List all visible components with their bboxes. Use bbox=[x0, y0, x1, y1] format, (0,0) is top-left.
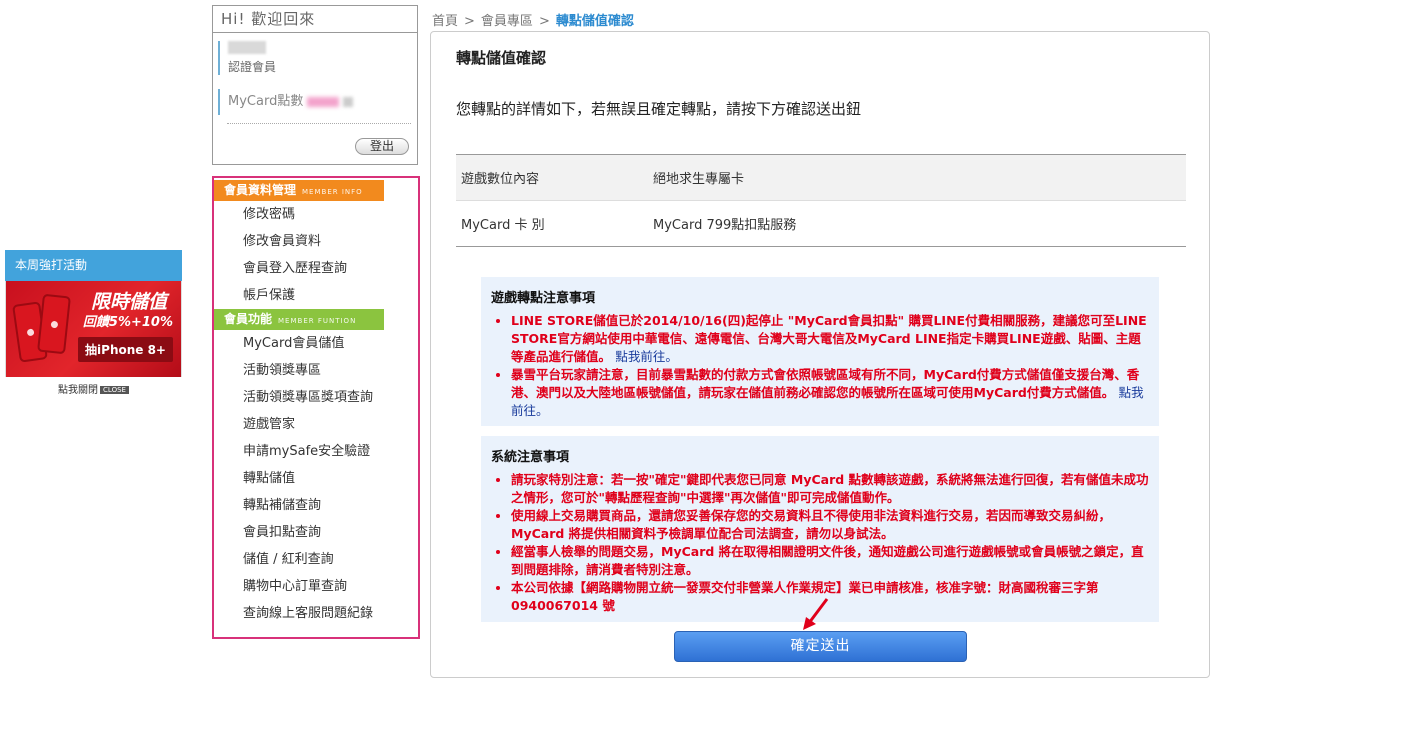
breadcrumb-separator: > bbox=[538, 14, 550, 29]
row-value: 絕地求生專屬卡 bbox=[648, 154, 1186, 201]
system-notice: 系統注意事項 請玩家特別注意：若一按"確定"鍵即代表您已同意 MyCard 點數… bbox=[481, 436, 1159, 622]
side-menu: 會員資料管理 MEMBER INFO 修改密碼 修改會員資料 會員登入歷程查詢 帳… bbox=[212, 176, 420, 639]
menu-item-transfer-query[interactable]: 轉點補儲查詢 bbox=[214, 492, 418, 519]
menu-section-title-en: MEMBER INFO bbox=[302, 188, 363, 196]
menu-item-mysafe[interactable]: 申請mySafe安全驗證 bbox=[214, 438, 418, 465]
menu-section-title: 會員資料管理 bbox=[224, 183, 297, 197]
breadcrumb: 首頁 > 會員專區 > 轉點儲值確認 bbox=[432, 10, 634, 29]
points-label: MyCard點數 bbox=[228, 94, 304, 109]
menu-section-member-function: 會員功能 MEMBER FUNTION bbox=[214, 309, 384, 330]
breadcrumb-home[interactable]: 首頁 bbox=[432, 14, 458, 29]
promo-banner[interactable]: 限時儲值 回饋5%+10% 抽iPhone 8+ bbox=[5, 281, 182, 377]
menu-item-event-rewards[interactable]: 活動領獎專區 bbox=[214, 357, 418, 384]
page-intro: 您轉點的詳情如下，若無誤且確定轉點，請按下方確認送出鈕 bbox=[456, 100, 862, 118]
row-value: MyCard 799點扣點服務 bbox=[653, 218, 797, 233]
member-box: Hi! 歡迎回來 認證會員 MyCard點數 登出 bbox=[212, 5, 418, 165]
weekly-promo: 本周強打活動 限時儲值 回饋5%+10% 抽iPhone 8+ 點我關閉 CLOS… bbox=[5, 250, 182, 396]
promo-button[interactable]: 抽iPhone 8+ bbox=[78, 337, 173, 362]
notice-item: 經當事人檢舉的問題交易，MyCard 將在取得相關證明文件後，通知遊戲公司進行遊… bbox=[511, 543, 1149, 579]
breadcrumb-separator: > bbox=[464, 14, 475, 29]
menu-item-point-transfer[interactable]: 轉點儲值 bbox=[214, 465, 418, 492]
notice-text: LINE STORE儲值已於2014/10/16(四)起停止 "MyCard會員… bbox=[511, 313, 1147, 364]
row-label: 遊戲數位內容 bbox=[456, 154, 648, 201]
logout-button[interactable]: 登出 bbox=[355, 138, 409, 155]
phone-icon bbox=[37, 293, 71, 355]
menu-item-deduction-query[interactable]: 會員扣點查詢 bbox=[214, 519, 418, 546]
notice-item: 請玩家特別注意：若一按"確定"鍵即代表您已同意 MyCard 點數轉該遊戲，系統… bbox=[511, 471, 1149, 507]
table-row: 遊戲數位內容 絕地求生專屬卡 bbox=[456, 154, 1186, 201]
page-title: 轉點儲值確認 bbox=[456, 49, 547, 67]
menu-item-game-manager[interactable]: 遊戲管家 bbox=[214, 411, 418, 438]
member-name-blurred bbox=[228, 41, 266, 54]
notice-title: 遊戲轉點注意事項 bbox=[491, 291, 596, 306]
notice-item: LINE STORE儲值已於2014/10/16(四)起停止 "MyCard會員… bbox=[511, 312, 1149, 366]
table-row: MyCard 卡 別 MyCard 799點扣點服務 bbox=[456, 201, 1186, 247]
menu-item-login-history[interactable]: 會員登入歷程查詢 bbox=[214, 255, 418, 282]
breadcrumb-member-area[interactable]: 會員專區 bbox=[481, 14, 533, 29]
member-info: 認證會員 bbox=[218, 41, 412, 75]
promo-header: 本周強打活動 bbox=[5, 250, 182, 281]
game-transfer-notice: 遊戲轉點注意事項 LINE STORE儲值已於2014/10/16(四)起停止 … bbox=[481, 277, 1159, 426]
breadcrumb-current: 轉點儲值確認 bbox=[555, 14, 634, 29]
menu-section-member-info: 會員資料管理 MEMBER INFO bbox=[214, 180, 384, 201]
menu-item-change-password[interactable]: 修改密碼 bbox=[214, 201, 418, 228]
promo-close-link[interactable]: 點我關閉 CLOSE bbox=[5, 381, 182, 396]
greeting: Hi! 歡迎回來 bbox=[213, 6, 417, 33]
menu-item-edit-profile[interactable]: 修改會員資料 bbox=[214, 228, 418, 255]
menu-section-title: 會員功能 bbox=[224, 312, 273, 326]
close-tag: CLOSE bbox=[100, 386, 129, 394]
notice-text: 暴雪平台玩家請注意，目前暴雪點數的付款方式會依照帳號區域有所不同，MyCard付… bbox=[511, 367, 1140, 400]
member-points: MyCard點數 bbox=[218, 89, 412, 115]
confirm-submit-button[interactable]: 確定送出 bbox=[674, 631, 967, 662]
menu-item-support-history[interactable]: 查詢線上客服問題紀錄 bbox=[214, 600, 418, 627]
points-unit-blurred bbox=[343, 96, 354, 107]
menu-item-event-rewards-query[interactable]: 活動領獎專區獎項查詢 bbox=[214, 384, 418, 411]
menu-item-account-protection[interactable]: 帳戶保護 bbox=[214, 282, 418, 309]
arrow-pointer-icon bbox=[803, 598, 829, 630]
promo-title: 限時儲值 bbox=[90, 291, 167, 313]
confirm-panel: 轉點儲值確認 您轉點的詳情如下，若無誤且確定轉點，請按下方確認送出鈕 遊戲數位內… bbox=[430, 31, 1210, 678]
row-label: MyCard 卡 別 bbox=[461, 218, 545, 233]
go-link[interactable]: 點我前往。 bbox=[615, 349, 678, 364]
menu-item-topup-bonus-query[interactable]: 儲值 / 紅利查詢 bbox=[214, 546, 418, 573]
promo-subtitle: 回饋5%+10% bbox=[82, 315, 173, 330]
points-value-blurred bbox=[307, 96, 340, 107]
divider bbox=[227, 123, 411, 124]
menu-section-title-en: MEMBER FUNTION bbox=[278, 317, 357, 325]
menu-item-member-topup[interactable]: MyCard會員儲值 bbox=[214, 330, 418, 357]
menu-item-shop-orders[interactable]: 購物中心訂單查詢 bbox=[214, 573, 418, 600]
notice-title: 系統注意事項 bbox=[491, 450, 570, 465]
member-level: 認證會員 bbox=[228, 60, 277, 74]
promo-close-text: 點我關閉 bbox=[58, 385, 99, 396]
notice-item: 使用線上交易購買商品，還請您妥善保存您的交易資料且不得使用非法資料進行交易，若因… bbox=[511, 507, 1149, 543]
transfer-details-table: 遊戲數位內容 絕地求生專屬卡 MyCard 卡 別 MyCard 799點扣點服… bbox=[456, 154, 1186, 247]
notice-item: 暴雪平台玩家請注意，目前暴雪點數的付款方式會依照帳號區域有所不同，MyCard付… bbox=[511, 366, 1149, 420]
